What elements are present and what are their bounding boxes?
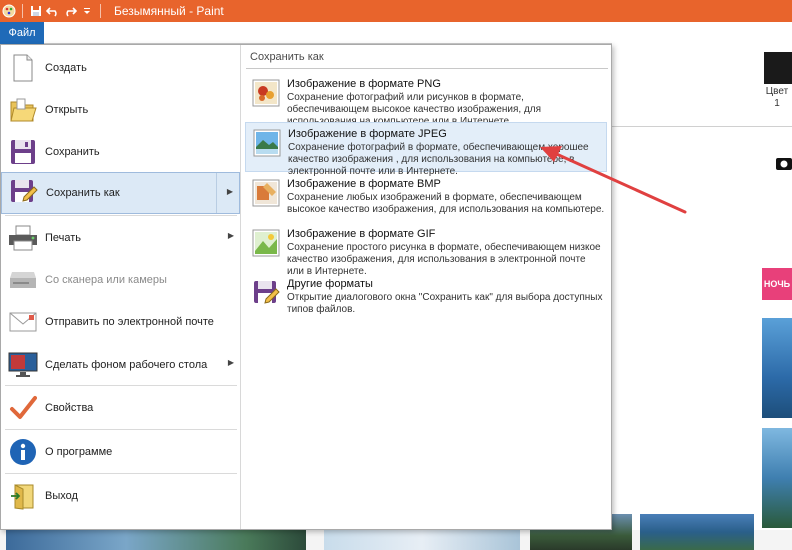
menu-item-scanner[interactable]: Со сканера или камеры (1, 259, 240, 301)
promo-banner: НОЧЬ (762, 268, 792, 300)
menu-divider (5, 429, 237, 430)
menu-item-label: Свойства (45, 402, 94, 414)
menu-item-properties[interactable]: Свойства (1, 387, 240, 429)
chevron-right-icon[interactable]: ▶ (228, 358, 234, 367)
chevron-right-icon[interactable]: ▶ (228, 231, 234, 240)
option-description: Сохранение любых изображений в формате, … (287, 192, 605, 215)
option-title: Изображение в формате GIF (287, 228, 436, 240)
scanner-icon (7, 264, 39, 296)
background-photo (6, 530, 306, 550)
bmp-image-icon (250, 177, 282, 209)
toolbar-separator (22, 4, 23, 18)
chevron-right-icon[interactable]: ▶ (227, 187, 233, 196)
email-icon (7, 306, 39, 338)
desktop-background-icon (7, 349, 39, 381)
save-as-png-option[interactable]: Изображение в формате PNG Сохранение фот… (245, 73, 607, 127)
background-photo (640, 514, 754, 550)
menu-divider (5, 215, 237, 216)
menu-item-about[interactable]: О программе (1, 431, 240, 473)
option-title: Изображение в формате PNG (287, 78, 441, 90)
window-title: Безымянный - Paint (114, 4, 224, 18)
option-title: Изображение в формате JPEG (288, 128, 447, 140)
menu-item-desktop-background[interactable]: Сделать фоном рабочего стола ▶ (1, 344, 240, 386)
save-as-bmp-option[interactable]: Изображение в формате BMP Сохранение люб… (245, 173, 607, 223)
undo-icon[interactable] (46, 4, 60, 18)
submenu-separator (216, 173, 217, 213)
save-icon[interactable] (29, 4, 43, 18)
menu-item-email[interactable]: Отправить по электронной почте (1, 301, 240, 343)
ribbon-tab-strip: Файл (0, 22, 612, 44)
camera-icon (770, 150, 792, 178)
menu-item-label: Сделать фоном рабочего стола (45, 359, 208, 371)
quick-access-toolbar (0, 0, 104, 22)
save-as-icon (8, 177, 40, 209)
menu-item-save[interactable]: Сохранить (1, 131, 240, 173)
background-photo (762, 428, 792, 528)
background-photo (324, 530, 520, 550)
option-title: Другие форматы (287, 278, 373, 290)
exit-icon (7, 480, 39, 512)
menu-item-label: Со сканера или камеры (45, 274, 167, 286)
option-title: Изображение в формате BMP (287, 178, 441, 190)
menu-item-exit[interactable]: Выход (1, 475, 240, 517)
menu-divider (5, 473, 237, 474)
new-document-icon (7, 52, 39, 84)
background-photo (762, 318, 792, 418)
paint-app-icon[interactable] (2, 4, 16, 18)
file-menu: Создать Открыть Сохранить Сохранить как … (0, 44, 612, 530)
menu-divider (5, 385, 237, 386)
menu-item-new[interactable]: Создать (1, 47, 240, 89)
title-bar: Безымянный - Paint (0, 0, 792, 22)
save-as-other-formats-option[interactable]: Другие форматы Открытие диалогового окна… (245, 273, 607, 315)
save-as-jpeg-option[interactable]: Изображение в формате JPEG Сохранение фо… (245, 122, 607, 177)
gif-image-icon (250, 227, 282, 259)
save-as-submenu: Сохранить как Изображение в формате PNG … (242, 45, 611, 529)
open-folder-icon (7, 94, 39, 126)
save-as-gif-option[interactable]: Изображение в формате GIF Сохранение про… (245, 223, 607, 277)
redo-icon[interactable] (63, 4, 77, 18)
submenu-header: Сохранить как (246, 51, 608, 69)
color-1-swatch[interactable] (764, 52, 792, 84)
menu-item-save-as[interactable]: Сохранить как ▶ (1, 172, 240, 214)
menu-item-label: Печать (45, 232, 82, 244)
menu-item-label: Сохранить как (46, 187, 120, 199)
menu-item-label: Открыть (45, 104, 89, 116)
properties-check-icon (7, 392, 39, 424)
option-description: Открытие диалогового окна "Сохранить как… (287, 292, 603, 315)
file-menu-commands: Создать Открыть Сохранить Сохранить как … (1, 45, 241, 529)
menu-item-label: Сохранить (45, 146, 100, 158)
toolbar-separator (100, 4, 101, 18)
color-1-label: Цвет 1 (765, 86, 789, 109)
menu-item-label: Отправить по электронной почте (45, 316, 214, 328)
menu-item-open[interactable]: Открыть (1, 89, 240, 131)
customize-toolbar-icon[interactable] (80, 4, 94, 18)
other-formats-icon (250, 277, 282, 309)
menu-item-label: Выход (45, 490, 78, 502)
menu-item-label: О программе (45, 446, 113, 458)
ribbon-divider (612, 126, 792, 127)
tab-file[interactable]: Файл (0, 22, 44, 44)
menu-item-print[interactable]: Печать ▶ (1, 217, 240, 259)
printer-icon (7, 222, 39, 254)
floppy-disk-icon (7, 136, 39, 168)
info-icon (7, 436, 39, 468)
menu-item-label: Создать (45, 62, 87, 74)
png-image-icon (250, 77, 282, 109)
jpeg-image-icon (251, 127, 283, 159)
